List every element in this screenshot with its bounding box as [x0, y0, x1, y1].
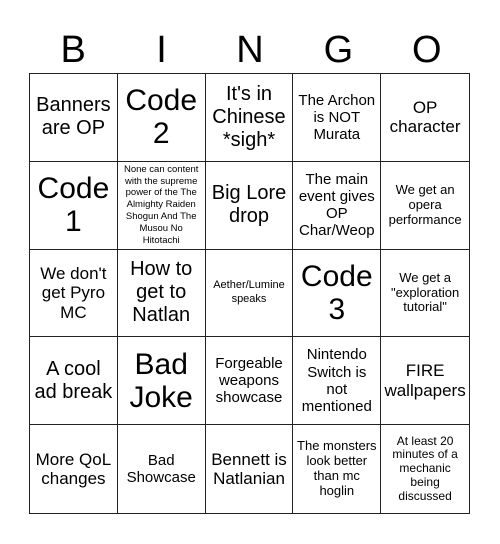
bingo-cell[interactable]: It's in Chinese *sigh* [205, 74, 294, 162]
bingo-cell[interactable]: Bad Showcase [118, 425, 206, 513]
header-letter-g: G [323, 29, 354, 71]
bingo-cell[interactable]: None can content with the supreme power … [117, 161, 206, 250]
bingo-header: B I N G O [29, 28, 471, 73]
bingo-cell[interactable]: OP character [381, 74, 469, 162]
bingo-cell[interactable]: Forgeable weapons showcase [205, 337, 294, 426]
bingo-cell[interactable]: We don't get Pyro MC [30, 249, 118, 338]
bingo-cell[interactable]: Banners are OP [30, 74, 118, 162]
bingo-cell[interactable]: At least 20 minutes of a mechanic being … [381, 425, 469, 513]
bingo-cell[interactable]: We get a "exploration tutorial" [381, 250, 469, 338]
bingo-cell[interactable]: More QoL changes [30, 425, 118, 513]
header-letter-i: I [156, 29, 167, 71]
bingo-cell[interactable]: Code 3 [293, 249, 382, 338]
bingo-cell[interactable]: The main event gives OP Char/Weop [293, 161, 382, 250]
bingo-cell[interactable]: Aether/Lumine speaks [205, 249, 294, 338]
bingo-cell[interactable]: The monsters look better than mc hoglin [293, 425, 382, 513]
bingo-cell[interactable]: A cool ad break [30, 337, 118, 426]
header-letter-b: B [60, 29, 86, 71]
bingo-cell[interactable]: The Archon is NOT Murata [293, 74, 382, 162]
bingo-cell[interactable]: Code 2 [117, 74, 206, 162]
header-letter-o: O [411, 29, 442, 71]
bingo-cell[interactable]: Code 1 [30, 161, 118, 250]
bingo-cell[interactable]: Nintendo Switch is not mentioned [293, 337, 382, 426]
bingo-cell[interactable]: Big Lore drop [205, 161, 294, 250]
header-letter-n: N [236, 29, 264, 71]
bingo-cell[interactable]: We get an opera performance [381, 162, 469, 250]
bingo-cell[interactable]: Bennett is Natlanian [206, 425, 294, 513]
bingo-grid: Banners are OP Code 2 It's in Chinese *s… [29, 73, 470, 514]
bingo-cell[interactable]: FIRE wallpapers [381, 337, 469, 426]
bingo-cell[interactable]: How to get to Natlan [117, 249, 206, 338]
bingo-cell[interactable]: Bad Joke [117, 337, 206, 426]
